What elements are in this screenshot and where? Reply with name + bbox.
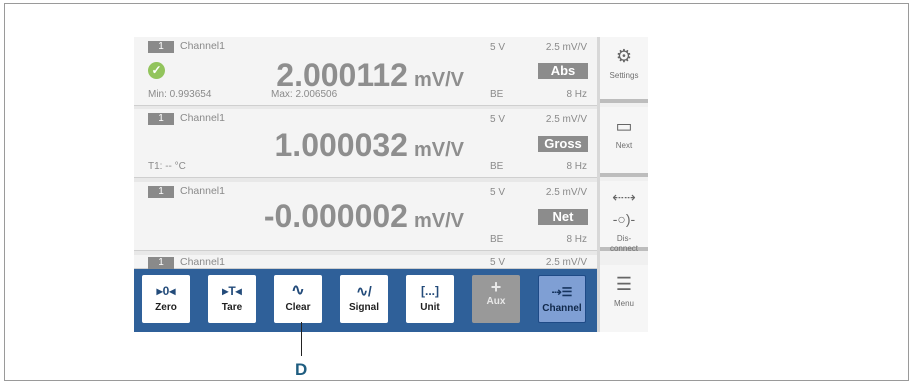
clear-icon: ∿ — [291, 282, 305, 299]
range-label: 5 V — [490, 257, 506, 268]
zero-button[interactable]: ▸0◂ Zero — [142, 275, 190, 323]
check-icon: ✓ — [148, 62, 165, 79]
tare-icon: ▸T◂ — [222, 284, 242, 298]
channel-name: Channel1 — [180, 256, 225, 268]
filter-label: 8 Hz — [566, 234, 587, 245]
plus-icon: + — [490, 277, 502, 297]
channel-name: Channel1 — [180, 40, 225, 52]
settings-label: Settings — [609, 71, 639, 80]
channel-badge: 1 — [148, 41, 174, 53]
filter-label: 8 Hz — [566, 161, 587, 172]
menu-button[interactable]: ☰ Menu — [600, 265, 648, 332]
zero-icon: ▸0◂ — [156, 284, 176, 298]
callout-line — [301, 322, 302, 356]
channel-badge: 1 — [148, 186, 174, 198]
aux-label: Aux — [486, 296, 506, 307]
sensitivity-label: 2.5 mV/V — [545, 42, 587, 53]
bridge-label: BE — [490, 161, 504, 172]
signal-button[interactable]: ∿/ Signal — [340, 275, 388, 323]
device-screen: 1 Channel1 ✓ 2.000112 mV/V 5 V 2.5 mV/V A… — [134, 37, 648, 332]
channel-badge: 1 — [148, 113, 174, 125]
range-label: 5 V — [490, 42, 506, 53]
measured-value: -0.000002 mV/V — [263, 198, 464, 234]
unit-label: mV/V — [413, 69, 464, 91]
aux-button[interactable]: + Aux — [472, 275, 520, 323]
channel-row[interactable]: 1 Channel1 -0.000002 mV/V 5 V 2.5 mV/V Ne… — [134, 182, 597, 251]
channel-name: Channel1 — [180, 185, 225, 197]
sensitivity-label: 2.5 mV/V — [545, 257, 587, 268]
signal-icon: ∿/ — [356, 283, 372, 299]
temperature-info: T1: -- °C — [148, 161, 186, 172]
channel-list: 1 Channel1 ✓ 2.000112 mV/V 5 V 2.5 mV/V A… — [134, 37, 597, 332]
bridge-label: BE — [490, 234, 504, 245]
mode-badge: Net — [538, 209, 588, 225]
clear-label: Clear — [285, 302, 311, 313]
unit-label: mV/V — [413, 210, 464, 232]
range-label: 5 V — [490, 114, 506, 125]
figure-frame: 1 Channel1 ✓ 2.000112 mV/V 5 V 2.5 mV/V A… — [4, 3, 909, 381]
sensitivity-label: 2.5 mV/V — [545, 114, 587, 125]
unit-icon: [...] — [421, 284, 439, 298]
channel-row[interactable]: 1 Channel1 5 V 2.5 mV/V — [134, 255, 597, 269]
callout-label: D — [295, 360, 308, 379]
mode-badge: Gross — [538, 136, 588, 152]
range-label: 5 V — [490, 187, 506, 198]
next-label: Next — [615, 141, 633, 150]
channel-icon: ⇢☰ — [551, 285, 573, 299]
channel-row[interactable]: 1 Channel1 ✓ 2.000112 mV/V 5 V 2.5 mV/V A… — [134, 37, 597, 106]
tare-label: Tare — [221, 302, 243, 313]
disconnect-label-2: connect — [609, 244, 639, 253]
disconnect-icon: ⇠⇢ -○)- — [612, 189, 636, 227]
unit-label: mV/V — [413, 139, 464, 161]
gear-icon: ⚙ — [615, 46, 633, 66]
menu-label: Menu — [613, 299, 634, 308]
channel-name: Channel1 — [180, 112, 225, 124]
bridge-label: BE — [490, 89, 504, 100]
channel-badge: 1 — [148, 257, 174, 269]
channel-label: Channel — [542, 303, 582, 314]
disconnect-button[interactable]: ⇠⇢ -○)- Dis- connect — [600, 181, 648, 253]
next-button[interactable]: ▭ Next — [600, 107, 648, 177]
list-icon: ☰ — [615, 274, 633, 294]
tare-button[interactable]: ▸T◂ Tare — [208, 275, 256, 323]
function-toolbar: ▸0◂ Zero ▸T◂ Tare ∿ Clear ∿/ Signal [...… — [134, 269, 597, 332]
zero-label: Zero — [155, 302, 177, 313]
clear-button[interactable]: ∿ Clear — [274, 275, 322, 323]
filter-label: 8 Hz — [566, 89, 587, 100]
sensitivity-label: 2.5 mV/V — [545, 187, 587, 198]
min-value: Min: 0.993654 — [148, 89, 212, 100]
measured-value: 1.000032 mV/V — [274, 127, 465, 163]
mode-badge: Abs — [538, 63, 588, 79]
max-value: Max: 2.006506 — [271, 89, 338, 100]
settings-button[interactable]: ⚙ Settings — [600, 37, 648, 103]
screen-icon: ▭ — [615, 116, 633, 136]
channel-row[interactable]: 1 Channel1 1.000032 mV/V 5 V 2.5 mV/V Gro… — [134, 109, 597, 178]
signal-label: Signal — [348, 302, 379, 313]
unit-label: Unit — [420, 302, 440, 313]
unit-button[interactable]: [...] Unit — [406, 275, 454, 323]
side-panel: ⚙ Settings ▭ Next ⇠⇢ -○)- Dis- connect ☰ … — [600, 37, 648, 332]
channel-button[interactable]: ⇢☰ Channel — [538, 275, 586, 323]
disconnect-label-1: Dis- — [616, 234, 632, 243]
